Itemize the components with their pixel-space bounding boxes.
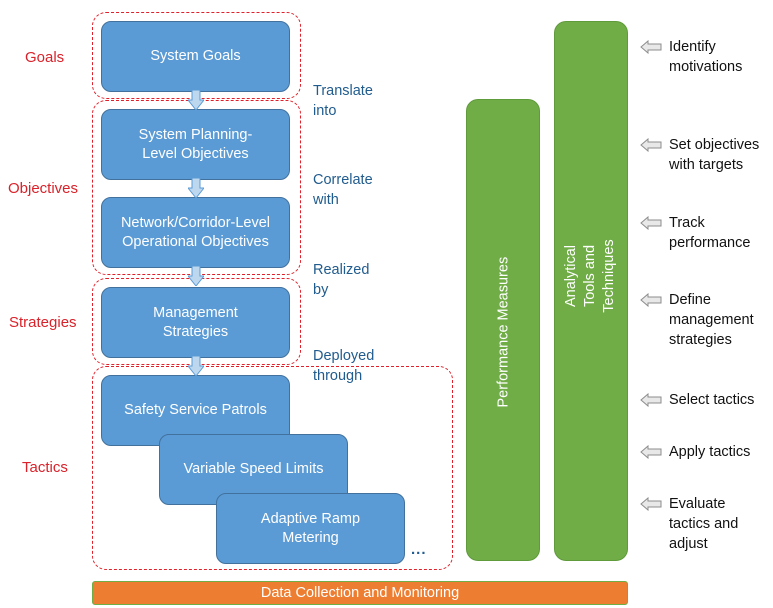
performance-measures-label: Performance Measures xyxy=(495,256,512,408)
step-identify-motivations: Identify motivations xyxy=(640,37,742,77)
left-arrow-icon xyxy=(640,393,662,407)
level-label-objectives: Objectives xyxy=(8,180,79,197)
down-arrow-icon xyxy=(188,178,204,198)
left-arrow-icon xyxy=(640,40,662,54)
planning-objectives-box: System Planning- Level Objectives xyxy=(101,109,290,180)
step-label: Track performance xyxy=(669,215,751,251)
level-label-strategies: Strategies xyxy=(9,314,77,331)
step-track-performance: Track performance xyxy=(640,213,750,253)
step-label: Apply tactics xyxy=(669,444,751,460)
left-arrow-icon xyxy=(640,497,662,511)
left-arrow-icon xyxy=(640,445,662,459)
down-arrow-icon xyxy=(188,266,204,286)
level-label-tactics: Tactics xyxy=(22,459,68,476)
step-select-tactics: Select tactics xyxy=(640,390,754,410)
step-set-objectives: Set objectives with targets xyxy=(640,135,759,175)
performance-measures-bar: Performance Measures xyxy=(466,99,540,561)
step-label: Define management strategies xyxy=(669,292,754,348)
connector-translate-into: Translate into xyxy=(313,83,373,119)
system-goals-box: System Goals xyxy=(101,21,290,92)
operational-objectives-box: Network/Corridor-Level Operational Objec… xyxy=(101,197,290,268)
step-label: Identify motivations xyxy=(669,39,743,75)
step-define-strategies: Define management strategies xyxy=(640,290,754,350)
step-evaluate-tactics: Evaluate tactics and adjust xyxy=(640,494,738,554)
down-arrow-icon xyxy=(188,356,204,376)
analytical-tools-bar: Analytical Tools and Techniques xyxy=(554,21,628,561)
left-arrow-icon xyxy=(640,138,662,152)
step-label: Select tactics xyxy=(669,392,755,408)
more-tactics-ellipsis: ... xyxy=(411,541,427,558)
down-arrow-icon xyxy=(188,90,204,110)
left-arrow-icon xyxy=(640,216,662,230)
analytical-tools-label: Analytical Tools and Techniques xyxy=(563,239,617,313)
step-label: Set objectives with targets xyxy=(669,137,760,173)
connector-deployed-through: Deployed through xyxy=(313,348,375,384)
step-apply-tactics: Apply tactics xyxy=(640,442,750,462)
management-strategies-box: Management Strategies xyxy=(101,287,290,358)
connector-correlate-with: Correlate with xyxy=(313,172,373,208)
data-collection-monitoring-bar: Data Collection and Monitoring xyxy=(92,581,628,605)
step-label: Evaluate tactics and adjust xyxy=(669,496,739,552)
connector-realized-by: Realized by xyxy=(313,262,370,298)
tactic-adaptive-ramp-metering: Adaptive Ramp Metering xyxy=(216,493,405,564)
level-label-goals: Goals xyxy=(25,49,65,66)
left-arrow-icon xyxy=(640,293,662,307)
